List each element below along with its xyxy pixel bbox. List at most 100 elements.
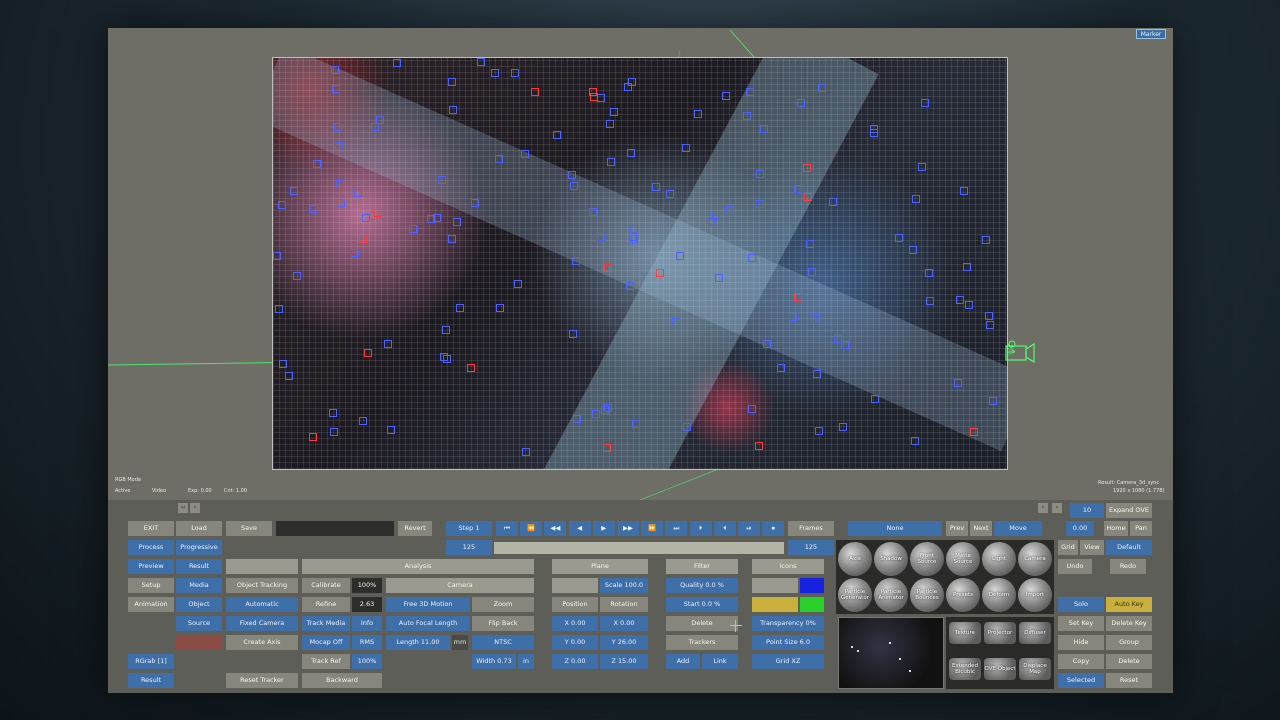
tool-diffuser-button[interactable]: Diffuser xyxy=(1019,622,1051,644)
reset-button[interactable]: Reset xyxy=(1106,673,1152,688)
add-button[interactable]: Add xyxy=(666,654,700,669)
view-button[interactable]: View xyxy=(1080,540,1104,555)
result-output-button[interactable]: Result xyxy=(128,673,174,688)
track-media-button[interactable]: Track Media xyxy=(302,616,350,631)
length-field[interactable]: Length 11.00 xyxy=(386,635,450,650)
track-ref-button[interactable]: Track Ref xyxy=(302,654,350,669)
prev-arrow-icon[interactable]: ‹‹ xyxy=(178,503,188,513)
automatic-button[interactable]: Automatic xyxy=(226,597,298,612)
green-color-swatch[interactable] xyxy=(800,597,824,612)
camera-icon[interactable] xyxy=(1000,340,1036,368)
set-key-button[interactable]: Set Key xyxy=(1058,616,1104,631)
tool-texture-button[interactable]: Texture xyxy=(949,622,981,644)
frame-end-field[interactable]: 125 xyxy=(788,540,834,555)
trackers-button[interactable]: Trackers xyxy=(666,635,738,650)
reset-tracker-button[interactable]: Reset Tracker xyxy=(226,673,298,688)
object-name-field[interactable]: None xyxy=(848,521,942,536)
y-rotation-field[interactable]: Y 26.00 xyxy=(600,635,648,650)
node-particle-animator-button[interactable]: Particle Animator xyxy=(874,578,908,612)
z-rotation-field[interactable]: Z 15.00 xyxy=(600,654,648,669)
point-size-field[interactable]: Point Size 6.0 xyxy=(752,635,824,650)
frame-start-field[interactable]: 125 xyxy=(446,540,492,555)
play-icon[interactable]: ▶▶ xyxy=(617,521,639,536)
position-button[interactable]: Position xyxy=(552,597,598,612)
go-start-icon[interactable]: ⏮ xyxy=(496,521,518,536)
object-button[interactable]: Object xyxy=(176,597,222,612)
load-button[interactable]: Load xyxy=(176,521,222,536)
next-arrow-icon[interactable]: › xyxy=(190,503,200,513)
undo-button[interactable]: Undo xyxy=(1058,559,1092,574)
delete-trackers-button[interactable]: Delete xyxy=(666,616,738,631)
flip-back-button[interactable]: Flip Back xyxy=(472,616,534,631)
node-presets-button[interactable]: Presets xyxy=(946,578,980,612)
process-button[interactable]: Process xyxy=(128,540,174,555)
media-button[interactable]: Media xyxy=(176,578,222,593)
free-3d-motion-button[interactable]: Free 3D Motion xyxy=(386,597,470,612)
move-button[interactable]: Move xyxy=(994,521,1042,536)
info-button[interactable]: Info xyxy=(352,616,382,631)
schematic-thumbnail[interactable] xyxy=(838,617,944,689)
animation-button[interactable]: Animation xyxy=(128,597,174,612)
copy-button[interactable]: Copy xyxy=(1058,654,1104,669)
pan-button[interactable]: Pan xyxy=(1130,521,1152,536)
preview-button[interactable]: Preview xyxy=(128,559,174,574)
node-import-button[interactable]: Import xyxy=(1018,578,1052,612)
expand-ove-button[interactable]: Expand OVE xyxy=(1106,503,1152,518)
fast-forward-icon[interactable]: ⏭ xyxy=(665,521,688,536)
refine-value[interactable]: 2.63 xyxy=(352,597,382,612)
plane-swatch[interactable] xyxy=(552,578,598,593)
backward-button[interactable]: Backward xyxy=(302,673,382,688)
node-deform-button[interactable]: Deform xyxy=(982,578,1016,612)
step-back-icon[interactable]: ◀ xyxy=(568,521,591,536)
delete-key-button[interactable]: Delete Key xyxy=(1106,616,1152,631)
transparency-field[interactable]: Transparency 0% xyxy=(752,616,824,631)
solo-button[interactable]: Solo xyxy=(1058,597,1104,612)
hide-button[interactable]: Hide xyxy=(1058,635,1104,650)
home-button[interactable]: Home xyxy=(1104,521,1128,536)
node-particle-generator-button[interactable]: Particle Generator xyxy=(838,578,872,612)
zoom-button[interactable]: Zoom xyxy=(472,597,534,612)
mocap-rms-field[interactable]: RMS xyxy=(352,635,382,650)
filename-field[interactable] xyxy=(276,521,394,536)
width-field[interactable]: Width 0.73 xyxy=(472,654,516,669)
step-forward-icon[interactable]: ⏩ xyxy=(641,521,664,536)
blue-color-swatch[interactable] xyxy=(800,578,824,593)
revert-button[interactable]: Revert xyxy=(398,521,432,536)
frames-button[interactable]: Frames xyxy=(788,521,834,536)
marker-button[interactable]: Marker xyxy=(1136,29,1166,39)
step-back-fast-icon[interactable]: ◀◀ xyxy=(544,521,567,536)
node-camera-button[interactable]: Camera xyxy=(1018,542,1052,576)
progressive-button[interactable]: Progressive xyxy=(176,540,222,555)
play-back-icon[interactable]: ▶ xyxy=(592,521,615,536)
tool-projector-button[interactable]: Projector xyxy=(984,622,1016,644)
selected-button[interactable]: Selected xyxy=(1058,673,1104,688)
auto-key-button[interactable]: Auto Key xyxy=(1106,597,1152,612)
track-ref-value[interactable]: 100% xyxy=(352,654,382,669)
exit-button[interactable]: EXIT xyxy=(128,521,174,536)
quality-field[interactable]: Quality 0.0 % xyxy=(666,578,738,593)
prev-key-icon[interactable]: ⏯ xyxy=(738,521,760,536)
scale-field[interactable]: Scale 100.0 xyxy=(600,578,648,593)
fixed-camera-button[interactable]: Fixed Camera xyxy=(226,616,298,631)
value-field[interactable]: 10 xyxy=(1070,503,1104,518)
tool-displace-map-button[interactable]: Displace Map xyxy=(1019,658,1051,680)
rewind-icon[interactable]: ⏪ xyxy=(520,521,543,536)
node-front-source-button[interactable]: Front Source xyxy=(910,542,944,576)
node-particle-bounces-button[interactable]: Particle Bounces xyxy=(910,578,944,612)
rotation-button[interactable]: Rotation xyxy=(600,597,648,612)
scroll-right-icon[interactable]: › xyxy=(1052,503,1062,513)
delete-button[interactable]: Delete xyxy=(1106,654,1152,669)
zoom-value-field[interactable]: 0.00 xyxy=(1066,521,1094,536)
prev-button[interactable]: Prev xyxy=(946,521,968,536)
calibrate-button[interactable]: Calibrate xyxy=(302,578,350,593)
z-position-field[interactable]: Z 0.00 xyxy=(552,654,598,669)
start-field[interactable]: Start 0.0 % xyxy=(666,597,738,612)
redo-button[interactable]: Redo xyxy=(1110,559,1146,574)
source-button[interactable]: Source xyxy=(176,616,222,631)
mocap-off-button[interactable]: Mocap Off xyxy=(302,635,350,650)
viewer-image[interactable] xyxy=(272,57,1008,470)
result-button[interactable]: Result xyxy=(176,559,222,574)
object-tracking-button[interactable]: Object Tracking xyxy=(226,578,298,593)
scroll-left-icon[interactable]: › xyxy=(1038,503,1048,513)
create-axis-button[interactable]: Create Axis xyxy=(226,635,298,650)
